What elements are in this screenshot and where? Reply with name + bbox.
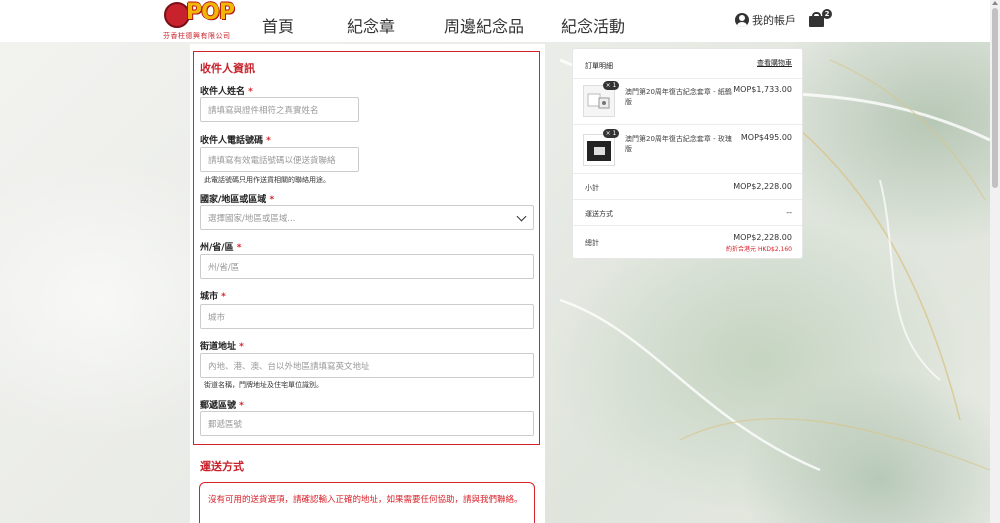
shopping-bag-icon <box>809 16 824 27</box>
cart-button[interactable]: 2 <box>808 9 832 29</box>
total-hkd-note: 約折合港元 HKD$2,160 <box>726 246 792 253</box>
state-label: 州/省/區 * <box>200 243 242 253</box>
recipient-name-input[interactable]: 請填寫與證件相符之真實姓名 <box>200 97 359 122</box>
phone-hint: 此電話號碼只用作送貨相關的聯絡用途。 <box>204 176 330 184</box>
account-link[interactable]: 我的帳戶 <box>735 12 796 28</box>
user-icon <box>735 13 749 27</box>
nav-events[interactable]: 紀念活動 <box>561 13 625 37</box>
postal-label: 郵遞區號 * <box>200 401 244 411</box>
shipping-alert: 沒有可用的送貨選項，請確認輸入正確的地址，如果需要任何協助，請與我們聯絡。 <box>199 482 535 523</box>
country-label: 國家/地區或區域 * <box>200 195 275 205</box>
nav-commemorative-badges[interactable]: 紀念章 <box>347 13 395 37</box>
street-input[interactable]: 內地、港、澳、台以外地區請填寫英文地址 <box>200 353 534 378</box>
item-2-name: 澳門第20周年復古紀念套章 - 玫瑰版 <box>625 135 732 153</box>
state-input[interactable]: 州/省/區 <box>200 254 534 279</box>
shipping-method-title: 運送方式 <box>200 460 244 473</box>
item-2-price: MOP$495.00 <box>740 133 792 142</box>
total-value: MOP$2,228.00 <box>733 233 792 242</box>
subtotal-value: MOP$2,228.00 <box>733 182 792 191</box>
scrollbar-thumb[interactable] <box>992 8 998 188</box>
city-label: 城市 * <box>200 292 226 302</box>
cart-count-badge: 2 <box>822 9 832 19</box>
city-input[interactable]: 城市 <box>200 304 534 329</box>
recipient-name-label: 收件人姓名 * <box>200 87 253 97</box>
order-summary: 訂單明細 查看購物車 × 1 澳門第20周年復古紀念套章 - 紙鶴版 MOP$1… <box>572 48 803 259</box>
item-1-price: MOP$1,733.00 <box>733 85 792 94</box>
subtotal-label: 小計 <box>585 184 599 192</box>
scroll-up-arrow-icon[interactable] <box>992 1 998 5</box>
nav-home[interactable]: 首頁 <box>262 13 294 37</box>
shipping-label: 運送方式 <box>585 210 613 218</box>
nav-merchandise[interactable]: 周邊紀念品 <box>444 13 524 37</box>
street-label: 街道地址 * <box>200 342 244 352</box>
site-logo[interactable]: POP 芬香柱德興有限公司 <box>160 0 235 42</box>
account-label: 我的帳戶 <box>752 14 796 27</box>
page-scrollbar[interactable] <box>990 0 1000 523</box>
item-1-qty-badge: × 1 <box>603 81 619 90</box>
order-summary-title: 訂單明細 <box>585 62 613 70</box>
total-label: 總計 <box>585 239 599 247</box>
chevron-down-icon <box>516 211 527 222</box>
street-hint: 街道名稱，門牌地址及住宅單位識別。 <box>204 381 323 389</box>
item-1-name: 澳門第20周年復古紀念套章 - 紙鶴版 <box>625 88 732 106</box>
postal-code-input[interactable]: 郵遞區號 <box>200 411 534 436</box>
shipping-value: -- <box>786 208 792 217</box>
recipient-info-title: 收件人資訊 <box>200 62 255 75</box>
view-cart-link[interactable]: 查看購物車 <box>757 58 792 68</box>
recipient-phone-label: 收件人電話號碼 * <box>200 136 271 146</box>
item-2-thumbnail <box>583 134 615 166</box>
site-header: POP 芬香柱德興有限公司 首頁 紀念章 周邊紀念品 紀念活動 我的帳戶 2 <box>0 0 990 42</box>
country-select[interactable]: 選擇國家/地區或區域... <box>200 205 534 230</box>
logo-subtitle: 芬香柱德興有限公司 <box>163 32 231 40</box>
logo-text: POP <box>186 0 235 25</box>
recipient-phone-input[interactable]: 請填寫有效電話號碼以便送貨聯絡 <box>200 147 359 172</box>
item-2-qty-badge: × 1 <box>603 129 619 138</box>
